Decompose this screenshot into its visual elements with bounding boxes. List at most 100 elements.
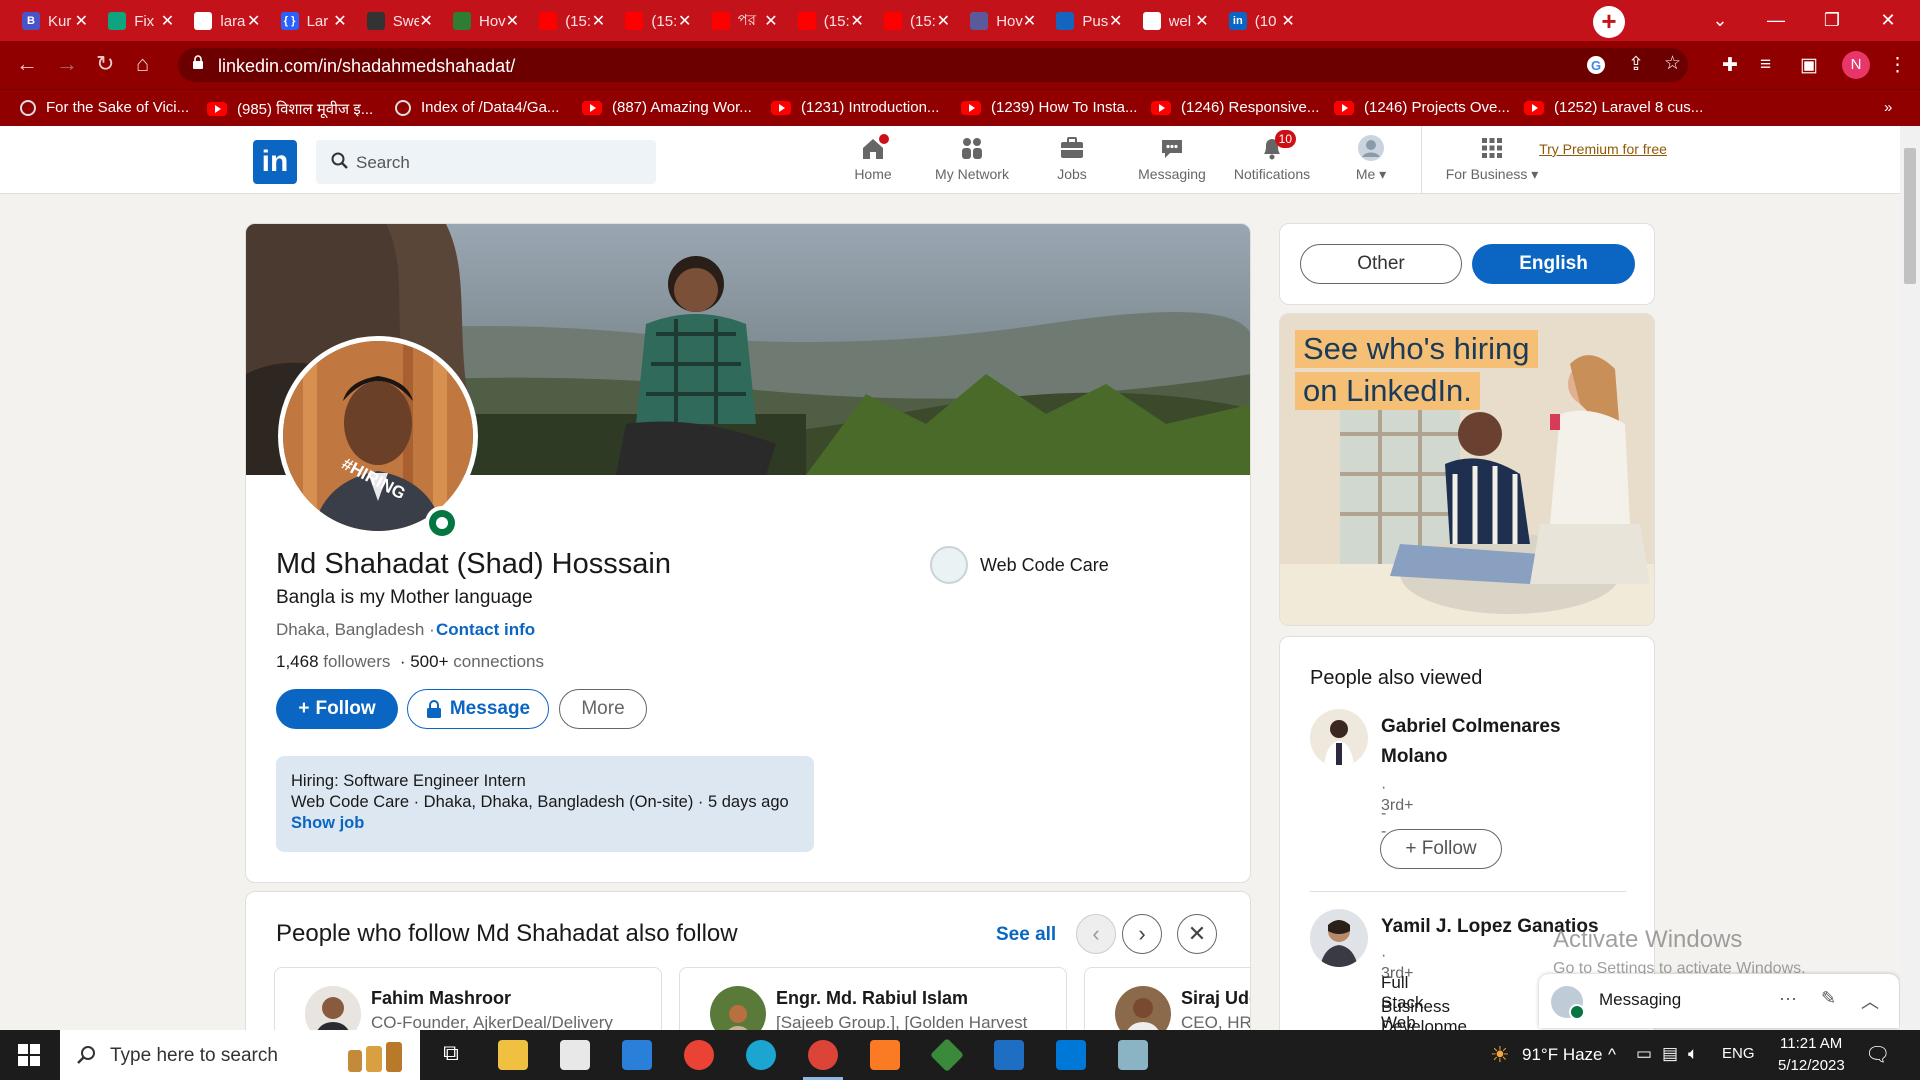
language-other-button[interactable]: Other xyxy=(1300,244,1462,284)
media-icon[interactable]: ≡ xyxy=(1760,54,1771,76)
more-bookmarks-icon[interactable]: » xyxy=(1884,99,1892,116)
nav-home[interactable]: Home xyxy=(823,132,923,182)
close-tab-icon[interactable]: ✕ xyxy=(850,11,863,31)
edge-icon[interactable] xyxy=(746,1040,776,1070)
browser-tab[interactable]: Hov ✕ xyxy=(960,4,1046,38)
restore-button[interactable]: ❐ xyxy=(1804,0,1860,41)
close-tab-icon[interactable]: ✕ xyxy=(247,11,260,31)
volume-icon[interactable]: 🔈︎ xyxy=(1688,1044,1698,1064)
chevron-up-icon[interactable]: ︿ xyxy=(1861,988,1879,1014)
bookmark-item[interactable]: For the Sake of Vici... xyxy=(20,99,189,116)
bookmark-item[interactable]: (1246) Responsive... xyxy=(1151,99,1319,116)
connections-label[interactable]: connections xyxy=(453,652,544,671)
notifications-icon[interactable]: 🗨︎ xyxy=(1865,1042,1890,1067)
bookmark-item[interactable]: (985) विशाल मूवीज इ... xyxy=(207,99,373,119)
nav-notifications[interactable]: 10 Notifications xyxy=(1222,130,1322,182)
contact-info-link[interactable]: Contact info xyxy=(436,620,535,640)
compose-icon[interactable]: ✎ xyxy=(1821,988,1836,1009)
browser-tab[interactable]: Pus ✕ xyxy=(1046,4,1132,38)
close-tab-icon[interactable]: ✕ xyxy=(1109,11,1122,31)
browser-tab[interactable]: Swe ✕ xyxy=(357,4,443,38)
more-button[interactable]: More xyxy=(559,689,647,729)
linkedin-logo[interactable]: in xyxy=(253,140,297,184)
current-company[interactable]: Web Code Care xyxy=(930,546,1109,584)
chrome-profile-icon[interactable] xyxy=(808,1040,838,1070)
follow-button[interactable]: + Follow xyxy=(276,689,398,729)
close-tab-icon[interactable]: ✕ xyxy=(678,11,691,31)
git-icon[interactable] xyxy=(930,1038,964,1072)
google-icon[interactable]: G xyxy=(1586,55,1606,75)
browser-tab[interactable]: (15: ✕ xyxy=(788,4,874,38)
reload-icon[interactable]: ↻ xyxy=(96,51,114,77)
dismiss-button[interactable]: ✕ xyxy=(1177,914,1217,954)
see-all-link[interactable]: See all xyxy=(996,924,1056,946)
chrome-profile-avatar[interactable]: N xyxy=(1842,51,1870,79)
notepad-icon[interactable] xyxy=(1118,1040,1148,1070)
nav-for-business[interactable]: For Business ▾ xyxy=(1437,134,1547,183)
browser-tab[interactable]: { } Lar ✕ xyxy=(271,4,357,38)
nav-me[interactable]: Me ▾ xyxy=(1321,134,1421,183)
browser-tab[interactable]: (15: ✕ xyxy=(874,4,960,38)
bookmark-item[interactable]: (1239) How To Insta... xyxy=(961,99,1137,116)
chrome-icon[interactable] xyxy=(684,1040,714,1070)
show-hidden-icons[interactable]: ^ xyxy=(1608,1045,1616,1065)
xampp-icon[interactable] xyxy=(870,1040,900,1070)
tab-search-icon[interactable]: ⌄ xyxy=(1692,0,1748,41)
message-button[interactable]: Message xyxy=(407,689,549,729)
close-tab-icon[interactable]: ✕ xyxy=(1281,11,1294,31)
nav-jobs[interactable]: Jobs xyxy=(1022,134,1122,182)
media-player-icon[interactable] xyxy=(994,1040,1024,1070)
new-tab-button[interactable]: + xyxy=(1593,6,1625,38)
close-tab-icon[interactable]: ✕ xyxy=(75,11,88,31)
clock-time[interactable]: 11:21 AM xyxy=(1780,1035,1842,1052)
close-tab-icon[interactable]: ✕ xyxy=(937,11,950,31)
chrome-menu-icon[interactable]: ⋮ xyxy=(1888,54,1907,77)
more-options-icon[interactable]: ··· xyxy=(1779,988,1797,1009)
minimize-button[interactable]: — xyxy=(1748,0,1804,41)
browser-tab[interactable]: lara ✕ xyxy=(184,4,270,38)
bookmark-item[interactable]: (887) Amazing Wor... xyxy=(582,99,752,116)
show-job-link[interactable]: Show job xyxy=(291,813,799,834)
task-view-icon[interactable]: ⧉ xyxy=(436,1040,466,1070)
close-tab-icon[interactable]: ✕ xyxy=(419,11,432,31)
bookmark-item[interactable]: (1246) Projects Ove... xyxy=(1334,99,1510,116)
input-language[interactable]: ENG xyxy=(1722,1045,1755,1062)
network-status-icon[interactable]: ▭ xyxy=(1636,1044,1652,1064)
people-also-viewed-follow-button[interactable]: + Follow xyxy=(1380,829,1502,869)
nav-messaging[interactable]: Messaging xyxy=(1122,134,1222,182)
store-icon[interactable] xyxy=(560,1040,590,1070)
weather-text[interactable]: 91°F Haze xyxy=(1522,1045,1603,1065)
home-icon[interactable]: ⌂ xyxy=(136,51,149,77)
browser-tab[interactable]: wel ✕ xyxy=(1133,4,1219,38)
side-panel-icon[interactable]: ▣ xyxy=(1800,54,1818,77)
scrollbar-thumb[interactable] xyxy=(1904,148,1916,284)
share-icon[interactable]: ⇪ xyxy=(1628,53,1644,76)
browser-tab[interactable]: in (10 ✕ xyxy=(1218,4,1305,38)
forward-icon[interactable]: → xyxy=(56,51,78,77)
back-icon[interactable]: ← xyxy=(16,51,38,77)
close-tab-icon[interactable]: ✕ xyxy=(1195,11,1208,31)
extensions-icon[interactable]: ✚ xyxy=(1722,54,1738,77)
bookmark-item[interactable]: (1231) Introduction... xyxy=(771,99,939,116)
taskbar-search-input[interactable]: Type here to search xyxy=(60,1030,420,1080)
connections-count[interactable]: · 500+ xyxy=(400,652,449,671)
close-tab-icon[interactable]: ✕ xyxy=(161,11,174,31)
close-tab-icon[interactable]: ✕ xyxy=(764,11,777,31)
wifi-icon[interactable]: ▤ xyxy=(1662,1044,1678,1064)
browser-tab[interactable]: Hov ✕ xyxy=(443,4,529,38)
bookmark-item[interactable]: Index of /Data4/Ga... xyxy=(395,99,559,116)
url-bar[interactable]: linkedin.com/in/shadahmedshahadat/ G ⇪ ☆ xyxy=(178,48,1688,82)
bookmark-item[interactable]: (1252) Laravel 8 cus... xyxy=(1524,99,1703,116)
next-button[interactable]: › xyxy=(1122,914,1162,954)
hiring-ad[interactable]: See who's hiring on LinkedIn. xyxy=(1279,313,1655,626)
close-tab-icon[interactable]: ✕ xyxy=(506,11,519,31)
close-window-button[interactable]: ✕ xyxy=(1860,0,1916,41)
clock-date[interactable]: 5/12/2023 xyxy=(1778,1057,1845,1074)
windows-start-icon[interactable] xyxy=(18,1044,40,1066)
close-tab-icon[interactable]: ✕ xyxy=(333,11,346,31)
language-english-button[interactable]: English xyxy=(1472,244,1635,284)
profile-photo[interactable]: #HIRING xyxy=(278,336,478,536)
file-explorer-icon[interactable] xyxy=(498,1040,528,1070)
page-scrollbar[interactable] xyxy=(1900,126,1920,1030)
nav-my-network[interactable]: My Network xyxy=(922,134,1022,182)
